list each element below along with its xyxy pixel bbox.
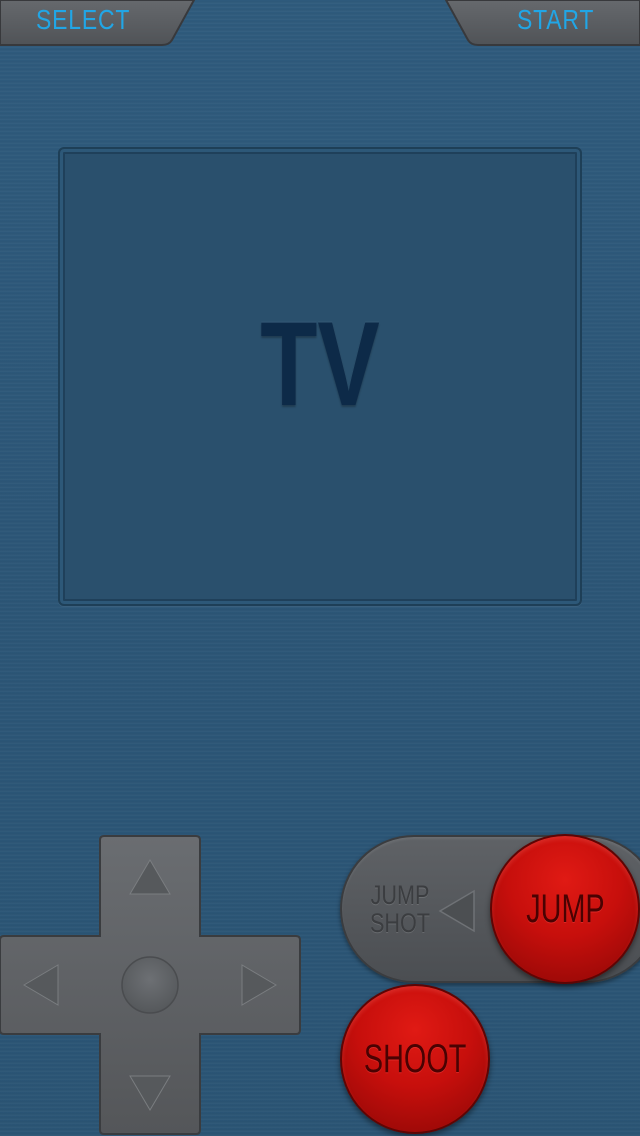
- jump-shot-label-line2: SHOT: [369, 908, 430, 938]
- dpad-center-circle-icon: [121, 956, 179, 1014]
- jump-shot-label: JUMP SHOT: [364, 881, 436, 937]
- start-label: START: [516, 4, 594, 35]
- tv-label: TV: [260, 297, 380, 431]
- slide-left-arrow-icon: [438, 889, 475, 933]
- select-button[interactable]: SELECT: [0, 0, 196, 46]
- start-button[interactable]: START: [444, 0, 640, 46]
- jump-button[interactable]: JUMP: [490, 834, 640, 984]
- dpad[interactable]: [0, 834, 302, 1136]
- jump-button-label: JUMP: [525, 886, 605, 931]
- shoot-button[interactable]: SHOOT: [340, 984, 490, 1134]
- select-label: SELECT: [36, 4, 131, 35]
- shoot-button-label: SHOOT: [363, 1036, 467, 1081]
- tv-screen: TV: [58, 147, 582, 606]
- jump-shot-label-line1: JUMP: [370, 880, 430, 910]
